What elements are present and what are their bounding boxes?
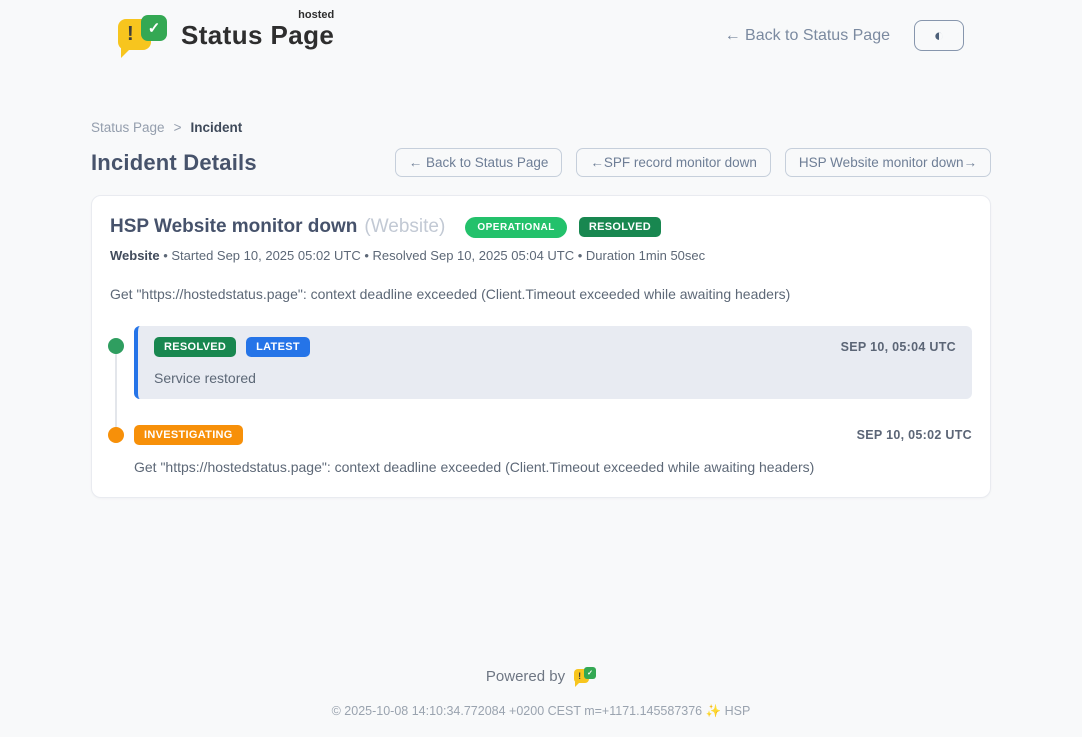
incident-card: HSP Website monitor down (Website) OPERA… [91, 195, 991, 498]
incident-component: (Website) [364, 216, 445, 238]
check-square-icon: ✓ [584, 667, 596, 679]
logo-text: Status Page [181, 20, 334, 50]
check-square-icon: ✓ [141, 15, 167, 41]
breadcrumb: Status Page > Incident [91, 120, 991, 135]
timeline-entry-investigating: INVESTIGATING SEP 10, 05:02 UTC Get "htt… [110, 425, 972, 475]
logo-hosted-superscript: hosted [298, 9, 334, 21]
theme-toggle-button[interactable]: ◐ [914, 20, 964, 51]
incident-meta-component: Website [110, 248, 160, 263]
resolved-dot-icon [108, 338, 124, 354]
back-to-status-page-button[interactable]: ← Back to Status Page [395, 148, 563, 177]
powered-by-label: Powered by [486, 668, 565, 685]
powered-by: Powered by ! ✓ [0, 666, 1082, 687]
footer: Powered by ! ✓ © 2025-10-08 14:10:34.772… [0, 666, 1082, 719]
breadcrumb-separator: > [174, 120, 182, 135]
breadcrumb-current: Incident [190, 120, 242, 135]
header-back-to-status-page-link[interactable]: ← Back to Status Page [725, 27, 890, 45]
main-content: Status Page > Incident Incident Details … [91, 120, 991, 498]
incident-description: Get "https://hostedstatus.page": context… [110, 286, 972, 302]
exclamation-icon: ! [578, 671, 581, 681]
half-circle-icon: ◐ [934, 27, 944, 44]
operational-status-badge: OPERATIONAL [465, 217, 567, 238]
timeline-resolved-badge: RESOLVED [154, 337, 236, 357]
timeline-message: Get "https://hostedstatus.page": context… [134, 459, 972, 475]
breadcrumb-root[interactable]: Status Page [91, 120, 165, 135]
exclamation-icon: ! [127, 23, 134, 46]
incident-timeline: RESOLVED LATEST SEP 10, 05:04 UTC Servic… [110, 326, 972, 475]
app-logo[interactable]: ! ✓ hosted Status Page [118, 13, 334, 58]
incident-meta-details: • Started Sep 10, 2025 05:02 UTC • Resol… [160, 248, 706, 263]
incident-title: HSP Website monitor down [110, 216, 357, 238]
copyright-text: © 2025-10-08 14:10:34.772084 +0200 CEST … [0, 704, 1082, 719]
timeline-investigating-badge: INVESTIGATING [134, 425, 243, 445]
resolved-state-badge: RESOLVED [579, 217, 661, 237]
prev-incident-button[interactable]: ←SPF record monitor down [576, 148, 771, 177]
investigating-dot-icon [108, 427, 124, 443]
statuspage-bubble-icon-small: ! ✓ [574, 666, 596, 687]
logo-bubble-tail [121, 47, 132, 58]
incident-meta: Website • Started Sep 10, 2025 05:02 UTC… [110, 248, 972, 263]
page-title: Incident Details [91, 150, 257, 176]
timeline-entry-resolved: RESOLVED LATEST SEP 10, 05:04 UTC Servic… [110, 326, 972, 399]
next-incident-button[interactable]: HSP Website monitor down→ [785, 148, 991, 177]
statuspage-bubble-icon: ! ✓ [118, 13, 168, 58]
timeline-latest-badge: LATEST [246, 337, 310, 357]
timeline-entry-highlight-panel: RESOLVED LATEST SEP 10, 05:04 UTC Servic… [134, 326, 972, 399]
timeline-timestamp: SEP 10, 05:04 UTC [841, 340, 956, 354]
header: ! ✓ hosted Status Page ← Back to Status … [0, 0, 1082, 58]
timeline-timestamp: SEP 10, 05:02 UTC [857, 428, 972, 442]
timeline-message: Service restored [154, 370, 956, 386]
